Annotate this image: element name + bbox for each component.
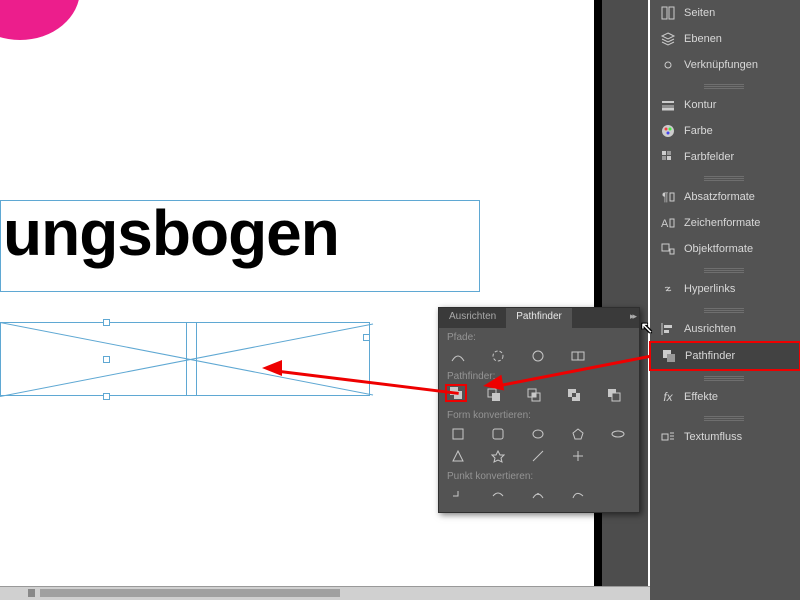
shape-oval-icon[interactable] bbox=[607, 425, 629, 443]
panel-obj-style[interactable]: Objektformate bbox=[650, 236, 800, 262]
shape-polygon-icon[interactable] bbox=[567, 425, 589, 443]
panel-label: Seiten bbox=[684, 7, 715, 19]
shape-ellipse-icon[interactable] bbox=[527, 425, 549, 443]
panel-label: Objektformate bbox=[684, 243, 753, 255]
point-smooth-icon[interactable] bbox=[487, 486, 509, 504]
path-reverse-icon[interactable] bbox=[567, 347, 589, 365]
pathfinder-intersect-icon[interactable] bbox=[523, 386, 545, 404]
panel-pathfinder[interactable]: Pathfinder bbox=[649, 341, 800, 371]
panel-tabs: Ausrichten Pathfinder ▸▸ bbox=[439, 308, 639, 328]
panel-label: Farbfelder bbox=[684, 151, 734, 163]
fx-icon: fx bbox=[660, 389, 676, 405]
panel-label: Effekte bbox=[684, 391, 718, 403]
panel-label: Absatzformate bbox=[684, 191, 755, 203]
pages-icon bbox=[660, 5, 676, 21]
panel-para-style[interactable]: ¶ Absatzformate bbox=[650, 184, 800, 210]
pathfinder-panel[interactable]: Ausrichten Pathfinder ▸▸ Pfade: Pathfind… bbox=[438, 307, 640, 513]
selection-handle[interactable] bbox=[103, 393, 110, 400]
panel-layers[interactable]: Ebenen bbox=[650, 26, 800, 52]
panel-links[interactable]: Verknüpfungen bbox=[650, 52, 800, 78]
layers-icon bbox=[660, 31, 676, 47]
para-style-icon: ¶ bbox=[660, 189, 676, 205]
shape-triangle-icon[interactable] bbox=[447, 447, 469, 465]
panel-fx[interactable]: fx Effekte bbox=[650, 384, 800, 410]
textwrap-icon bbox=[660, 429, 676, 445]
char-style-icon: A bbox=[660, 215, 676, 231]
panel-label: Textumfluss bbox=[684, 431, 742, 443]
section-paths-label: Pfade: bbox=[439, 328, 639, 345]
panel-collapse-icon[interactable]: ▸▸ bbox=[630, 311, 635, 322]
selection-handle[interactable] bbox=[103, 356, 110, 363]
obj-style-icon bbox=[660, 241, 676, 257]
panel-hyperlink[interactable]: Hyperlinks bbox=[650, 276, 800, 302]
svg-text:¶: ¶ bbox=[662, 190, 668, 204]
panel-label: Ebenen bbox=[684, 33, 722, 45]
point-corner-icon[interactable] bbox=[447, 486, 469, 504]
shape-line-icon[interactable] bbox=[527, 447, 549, 465]
tab-ausrichten[interactable]: Ausrichten bbox=[439, 308, 506, 328]
color-icon bbox=[660, 123, 676, 139]
section-convert-shape-label: Form konvertieren: bbox=[439, 406, 639, 423]
path-close-icon[interactable] bbox=[527, 347, 549, 365]
selection-handle[interactable] bbox=[103, 319, 110, 326]
frame-divider bbox=[196, 322, 197, 396]
panel-swatches[interactable]: Farbfelder bbox=[650, 144, 800, 170]
path-join-icon[interactable] bbox=[447, 347, 469, 365]
panel-label: Farbe bbox=[684, 125, 713, 137]
panel-label: Pathfinder bbox=[685, 350, 735, 362]
h-scrollbar[interactable] bbox=[0, 586, 650, 600]
svg-text:A: A bbox=[661, 218, 669, 230]
panel-label: Verknüpfungen bbox=[684, 59, 758, 71]
swatches-icon bbox=[660, 149, 676, 165]
point-asym-icon[interactable] bbox=[567, 486, 589, 504]
links-icon bbox=[660, 57, 676, 73]
point-sym-icon[interactable] bbox=[527, 486, 549, 504]
panel-char-style[interactable]: A Zeichenformate bbox=[650, 210, 800, 236]
shape-rounded-icon[interactable] bbox=[487, 425, 509, 443]
panel-label: Kontur bbox=[684, 99, 716, 111]
panel-textwrap[interactable]: Textumfluss bbox=[650, 424, 800, 450]
panel-label: Ausrichten bbox=[684, 323, 736, 335]
stroke-icon bbox=[660, 97, 676, 113]
panel-pages[interactable]: Seiten bbox=[650, 0, 800, 26]
shape-rect-icon[interactable] bbox=[447, 425, 469, 443]
hyperlink-icon bbox=[660, 281, 676, 297]
shape-star-icon[interactable] bbox=[487, 447, 509, 465]
path-open-icon[interactable] bbox=[487, 347, 509, 365]
panel-color[interactable]: Farbe bbox=[650, 118, 800, 144]
panels-sidebar: Seiten Ebenen Verknüpfungen Kontur Farbe Farb… bbox=[650, 0, 800, 600]
panel-label: Zeichenformate bbox=[684, 217, 760, 229]
selection-handle[interactable] bbox=[363, 334, 370, 341]
panel-stroke[interactable]: Kontur bbox=[650, 92, 800, 118]
tab-pathfinder[interactable]: Pathfinder bbox=[506, 308, 572, 328]
text-frame[interactable]: ungsbogen bbox=[0, 200, 480, 292]
annotation-arrowhead bbox=[254, 360, 282, 376]
section-convert-point-label: Punkt konvertieren: bbox=[439, 467, 639, 484]
pathfinder-exclude-icon[interactable] bbox=[563, 386, 585, 404]
panel-label: Hyperlinks bbox=[684, 283, 735, 295]
panel-align[interactable]: Ausrichten bbox=[650, 316, 800, 342]
pathfinder-minus-back-icon[interactable] bbox=[603, 386, 625, 404]
headline-text: ungsbogen bbox=[1, 201, 479, 265]
align-icon bbox=[660, 321, 676, 337]
shape-cross-icon[interactable] bbox=[567, 447, 589, 465]
pathfinder-icon bbox=[661, 348, 677, 364]
